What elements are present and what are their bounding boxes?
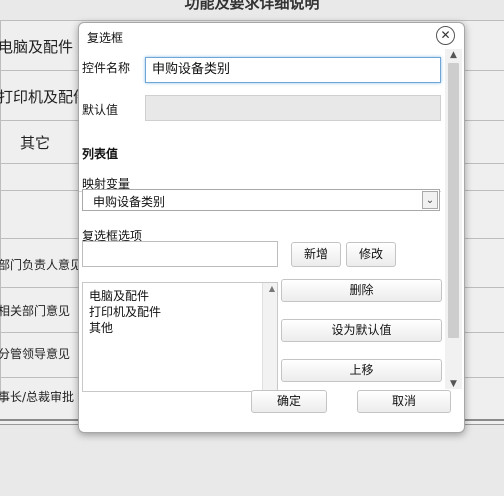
list-item[interactable]: 其他: [89, 319, 113, 336]
close-icon[interactable]: ✕: [436, 26, 455, 45]
chevron-down-icon[interactable]: ▼: [445, 379, 462, 389]
ok-button[interactable]: 确定: [251, 390, 327, 413]
cancel-button[interactable]: 取消: [357, 390, 451, 413]
scrollbar-thumb[interactable]: [448, 63, 459, 338]
control-name-label: 控件名称: [82, 61, 131, 75]
divider: [0, 20, 1, 400]
form-title: 功能及要求详细说明: [184, 0, 320, 12]
dialog-scrollbar[interactable]: ▲ ▼: [445, 49, 462, 389]
row-label: 事长/总裁审批: [0, 390, 75, 404]
row-label: 打印机及配件: [0, 88, 89, 106]
list-item[interactable]: 打印机及配件: [89, 303, 161, 320]
add-button[interactable]: 新增: [291, 242, 341, 267]
default-value-input[interactable]: [145, 95, 441, 121]
row-label: 相关部门意见: [0, 304, 71, 318]
mapping-select[interactable]: 申购设备类别 ⌄: [82, 189, 440, 211]
default-value-label: 默认值: [82, 103, 119, 117]
row-label: 电脑及配件: [0, 38, 74, 56]
divider: [0, 20, 504, 21]
delete-button[interactable]: 删除: [281, 279, 442, 302]
mapping-select-value: 申购设备类别: [93, 195, 166, 209]
chevron-up-icon[interactable]: ▲: [445, 50, 462, 60]
options-listbox[interactable]: 电脑及配件 打印机及配件 其他 ▲: [82, 282, 278, 392]
modify-button[interactable]: 修改: [346, 242, 396, 267]
row-label: 其它: [20, 134, 51, 152]
option-input[interactable]: [82, 241, 278, 267]
chevron-down-icon[interactable]: ⌄: [422, 191, 438, 209]
control-name-input[interactable]: 申购设备类别: [145, 57, 441, 83]
list-item[interactable]: 电脑及配件: [89, 287, 149, 304]
list-section-title: 列表值: [82, 147, 119, 161]
chevron-up-icon[interactable]: ▲: [269, 284, 275, 293]
list-scrollbar[interactable]: [262, 283, 277, 391]
row-label: 分管领导意见: [0, 347, 71, 361]
row-label: 部门负责人意见: [0, 258, 83, 272]
set-default-button[interactable]: 设为默认值: [281, 319, 442, 342]
move-up-button[interactable]: 上移: [281, 359, 442, 382]
dialog-body: 控件名称 申购设备类别 默认值 列表值 映射变量 申购设备类别 ⌄ 复选框选项 …: [79, 49, 464, 401]
checkbox-dialog: 复选框 ✕ 控件名称 申购设备类别 默认值 列表值 映射变量 申购设备类别 ⌄ …: [78, 22, 465, 433]
dialog-title: 复选框: [87, 31, 124, 45]
